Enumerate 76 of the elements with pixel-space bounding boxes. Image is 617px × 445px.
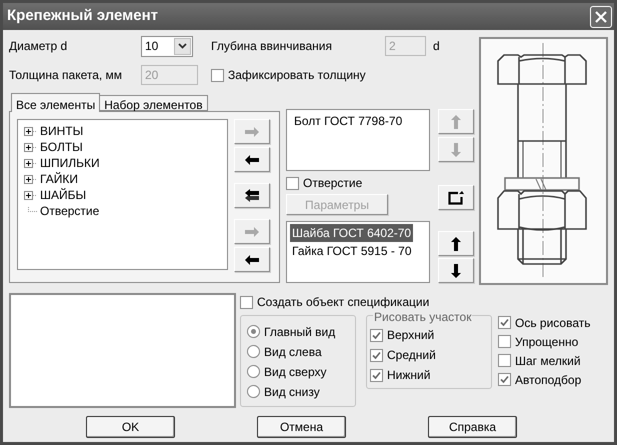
- checkbox-label: Автоподбор: [515, 372, 582, 388]
- left-arrow-icon: [244, 252, 260, 266]
- radio-label: Главный вид: [264, 324, 336, 340]
- checkbox[interactable]: [240, 296, 253, 308]
- down-arrow-icon: [449, 142, 463, 158]
- expand-icon[interactable]: [24, 190, 37, 200]
- expand-icon[interactable]: [24, 174, 37, 184]
- left-arrow-icon: [244, 152, 260, 166]
- checkbox-label: Шаг мелкий: [515, 352, 581, 370]
- tree-item[interactable]: ШПИЛЬКИ: [40, 154, 100, 172]
- radio-button[interactable]: [247, 345, 260, 358]
- dialog-button[interactable]: Отмена: [257, 416, 346, 438]
- tree-item[interactable]: Отверстие: [40, 202, 100, 220]
- checkbox[interactable]: [498, 373, 511, 386]
- right-arrow-icon: [244, 224, 260, 238]
- checkbox[interactable]: [211, 68, 224, 82]
- select-value: 10: [145, 38, 160, 55]
- checkbox[interactable]: [370, 368, 383, 382]
- list-item[interactable]: Болт ГОСТ 7798-70: [292, 112, 404, 130]
- checkbox[interactable]: [286, 176, 299, 190]
- checkbox-label: Создать объект спецификации: [257, 294, 430, 311]
- checkbox-label: Упрощенно: [515, 334, 578, 350]
- checkbox[interactable]: [370, 348, 383, 362]
- close-icon: [595, 10, 607, 22]
- arrow-button[interactable]: [438, 231, 474, 256]
- rotate-button[interactable]: [438, 185, 474, 210]
- down-arrow-icon: [449, 262, 463, 278]
- dropdown-button[interactable]: [174, 38, 191, 54]
- tab[interactable]: Все элементы: [11, 93, 100, 112]
- list-item[interactable]: Гайка ГОСТ 5915 - 70: [290, 242, 414, 260]
- radio-button[interactable]: [247, 385, 260, 398]
- checkbox[interactable]: [498, 354, 511, 367]
- checkbox-label: Средний: [387, 347, 436, 364]
- checkbox-label: Ось рисовать: [515, 314, 591, 332]
- tree-item[interactable]: ГАЙКИ: [40, 170, 78, 188]
- tree-item[interactable]: ВИНТЫ: [40, 122, 84, 140]
- checkbox[interactable]: [370, 328, 383, 342]
- checkbox-label: Зафиксировать толщину: [228, 67, 366, 84]
- field-label: Глубина ввинчивания: [211, 38, 333, 55]
- expand-icon[interactable]: [24, 158, 37, 168]
- list-item[interactable]: Шайба ГОСТ 6402-70: [290, 224, 414, 242]
- expand-icon[interactable]: [24, 126, 37, 136]
- up-arrow-icon: [449, 114, 463, 130]
- text-area[interactable]: [9, 293, 236, 408]
- checkbox-label: Отверстие: [303, 175, 362, 192]
- tree-item[interactable]: ШАЙБЫ: [40, 186, 86, 204]
- window-title: Крепежный элемент: [7, 6, 159, 26]
- diameter-select[interactable]: 10: [141, 36, 193, 56]
- radio-label: Вид сверху: [264, 364, 326, 380]
- checkbox-label: Верхний: [387, 327, 434, 344]
- radio-label: Вид снизу: [264, 384, 320, 400]
- arrow-button[interactable]: [438, 258, 474, 283]
- up-arrow-icon: [449, 236, 463, 252]
- group-title: Рисовать участок: [373, 308, 472, 326]
- checkbox-label: Нижний: [387, 367, 430, 384]
- arrow-button[interactable]: [234, 183, 270, 208]
- radio-button[interactable]: [247, 325, 260, 338]
- radio-label: Вид слева: [264, 344, 322, 360]
- arrow-button[interactable]: [234, 147, 270, 172]
- double-left-arrow-icon: [244, 188, 260, 202]
- checkbox[interactable]: [498, 316, 511, 329]
- tree-item[interactable]: БОЛТЫ: [40, 138, 83, 156]
- expand-icon[interactable]: [24, 142, 37, 152]
- close-button[interactable]: [590, 6, 612, 28]
- rotate-icon: [448, 190, 464, 204]
- field-label: Диаметр d: [9, 38, 68, 55]
- right-arrow-icon: [244, 124, 260, 138]
- dialog-button[interactable]: Справка: [428, 416, 517, 438]
- unit-label: d: [433, 38, 440, 55]
- chevron-down-icon: [178, 43, 187, 49]
- radio-button[interactable]: [247, 365, 260, 378]
- field-label: Толщина пакета, мм: [9, 67, 124, 84]
- checkbox[interactable]: [498, 335, 511, 348]
- tab[interactable]: Набор элементов: [99, 95, 208, 111]
- dialog-button[interactable]: OK: [86, 416, 175, 438]
- arrow-button[interactable]: [234, 247, 270, 272]
